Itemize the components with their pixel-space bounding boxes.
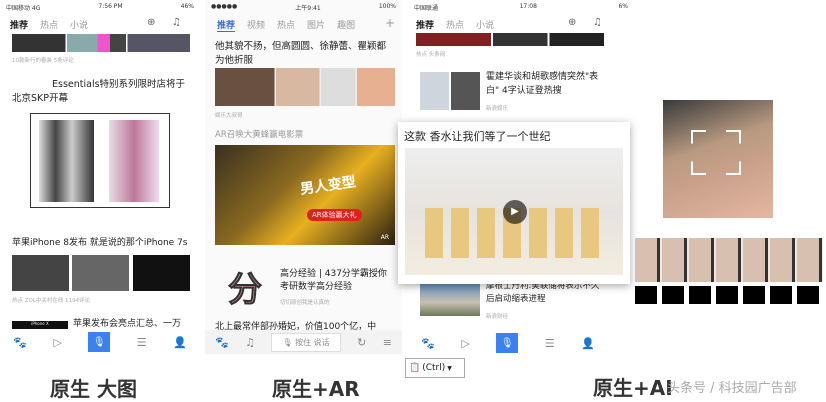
video-ad-popup[interactable]: 这款 香水让我们等了一个世纪 ▶ bbox=[398, 122, 630, 284]
time: 上午9:41 bbox=[295, 5, 321, 12]
headphones-icon[interactable]: ♫ bbox=[593, 17, 602, 28]
meta: 娱乐大叔哥 bbox=[215, 113, 243, 119]
article-image[interactable] bbox=[30, 113, 170, 208]
tab-recommend[interactable]: 推荐 bbox=[217, 18, 236, 32]
tab-bar: 推荐 热点 小说 bbox=[416, 18, 494, 31]
tab-pictures[interactable]: 图片 bbox=[307, 18, 325, 32]
news-thumb[interactable] bbox=[420, 72, 480, 110]
home-paw-icon[interactable]: 🐾 bbox=[13, 336, 27, 349]
iphonex-thumb[interactable]: iPhone X bbox=[12, 321, 68, 329]
battery: 46% bbox=[180, 3, 194, 10]
perfume-row bbox=[635, 286, 823, 304]
home-paw-icon[interactable]: 🐾 bbox=[421, 337, 435, 350]
add-tab-icon[interactable]: + bbox=[385, 16, 395, 30]
tab-bar: 推荐 视频 热点 图片 趣图 bbox=[217, 18, 355, 32]
mic-button[interactable]: 🎙 bbox=[88, 332, 111, 352]
tab-hot[interactable]: 热点 bbox=[446, 18, 464, 31]
menu-icon[interactable]: ≡ bbox=[383, 336, 392, 349]
image-strip[interactable] bbox=[416, 33, 604, 46]
phone-native-bigimage: 中国移动 4G 7:56 PM 46% 推荐 热点 小说 ⊕ ♫ 10款新行的春装 … bbox=[0, 0, 200, 355]
voice-label: 按住 说话 bbox=[295, 337, 330, 347]
perfume-video[interactable]: ▶ bbox=[405, 148, 623, 275]
popup-title: 这款 香水让我们等了一个世纪 bbox=[404, 130, 551, 143]
watermark: 头条号 / 科技园广告部 bbox=[667, 381, 797, 396]
bottom-nav: 🐾 ▷ 🎙 ☰ 👤 bbox=[0, 331, 200, 353]
thumb-3[interactable] bbox=[133, 255, 190, 291]
faces-image[interactable] bbox=[215, 68, 395, 106]
ar-badge: AR bbox=[380, 234, 389, 241]
battery: 6% bbox=[618, 3, 628, 10]
tab-recommend[interactable]: 推荐 bbox=[416, 18, 434, 31]
clipboard-icon: 📋 bbox=[409, 363, 421, 373]
headline[interactable]: AR召唤大黄蜂赢电影票 bbox=[215, 128, 303, 142]
meta: 切切原创我是认真的 bbox=[280, 300, 330, 306]
status-bar: 中国移动 4G 7:56 PM 46% bbox=[6, 3, 194, 12]
carrier: 中国移动 4G bbox=[6, 5, 41, 12]
add-icon[interactable]: ⊕ bbox=[568, 17, 576, 28]
headline[interactable]: 他其貌不扬，但高圆圆、徐静蕾、瞿颖都为他折服 bbox=[215, 40, 395, 68]
ctrl-label: (Ctrl) bbox=[422, 363, 446, 373]
ar-ad-title: 男人变型 bbox=[299, 174, 357, 198]
tab-bar: 推荐 热点 小说 bbox=[10, 18, 88, 31]
headline[interactable]: 高分经验 | 437分学霸授你考研数学高分经验 bbox=[280, 268, 395, 294]
battery: 100% bbox=[378, 3, 396, 10]
profile-icon[interactable]: 👤 bbox=[173, 336, 187, 349]
bookmark-icon[interactable]: ☰ bbox=[545, 337, 555, 350]
ar-ad-subtitle: AR体验赢大礼 bbox=[307, 209, 362, 221]
phone-native-ar: ●●●●● 上午9:41 100% 推荐 视频 热点 图片 趣图 + 他其貌不扬，但… bbox=[205, 0, 402, 355]
time: 7:56 PM bbox=[98, 3, 123, 10]
face-scan-image bbox=[663, 100, 773, 218]
thumb-2[interactable] bbox=[72, 255, 129, 291]
status-bar: 中国联通 17:08 6% bbox=[414, 3, 628, 12]
caption: 原生+AR bbox=[272, 377, 360, 401]
status-bar: ●●●●● 上午9:41 100% bbox=[211, 3, 396, 12]
bottom-bar: 🐾 ♫ 🎙 按住 说话 ↻ ≡ bbox=[205, 330, 402, 354]
dropdown-icon: ▼ bbox=[447, 364, 452, 372]
meta: 10款新行的春装 5条评论 bbox=[12, 58, 74, 64]
paste-options-button[interactable]: 📋 (Ctrl) ▼ bbox=[405, 358, 465, 378]
refresh-icon[interactable]: ↻ bbox=[357, 336, 366, 349]
play-icon[interactable]: ▶ bbox=[503, 200, 527, 224]
news-thumb[interactable] bbox=[420, 282, 480, 316]
image-strip[interactable] bbox=[12, 34, 190, 52]
tab-fun[interactable]: 趣图 bbox=[337, 18, 355, 32]
mic-button[interactable]: 🎙 bbox=[496, 333, 519, 353]
add-icon[interactable]: ⊕ bbox=[147, 17, 155, 28]
celebrity-grid bbox=[635, 238, 823, 282]
tab-novel[interactable]: 小说 bbox=[476, 18, 494, 31]
caption: 原生+AI bbox=[593, 376, 673, 400]
time: 17:08 bbox=[519, 3, 537, 10]
headline[interactable]: Essentials特别系列限时店将于北京SKP开幕 bbox=[12, 78, 192, 106]
home-paw-icon[interactable]: 🐾 bbox=[215, 336, 229, 349]
tab-video[interactable]: 视频 bbox=[247, 18, 265, 32]
video-icon[interactable]: ▷ bbox=[461, 337, 469, 350]
thumb-1[interactable] bbox=[12, 255, 69, 291]
voice-input-button[interactable]: 🎙 按住 说话 bbox=[271, 332, 341, 352]
caption: 原生 大图 bbox=[50, 377, 137, 401]
mic-icon: 🎙 bbox=[282, 337, 293, 347]
meta: 新浪娱乐 bbox=[486, 106, 509, 112]
headline[interactable]: 苹果iPhone 8发布 就是说的那个iPhone 7s bbox=[12, 236, 200, 250]
ar-ad-image[interactable]: 男人变型 AR体验赢大礼 AR bbox=[215, 145, 395, 245]
meta: 热点 头条网 bbox=[416, 52, 446, 58]
headphones-icon[interactable]: ♫ bbox=[245, 336, 255, 349]
profile-icon[interactable]: 👤 bbox=[581, 337, 595, 350]
scan-frame-icon bbox=[691, 130, 741, 175]
headphones-icon[interactable]: ♫ bbox=[172, 17, 181, 28]
tab-novel[interactable]: 小说 bbox=[70, 18, 88, 31]
meta: 热点 ZOL中关村在线 1194评论 bbox=[12, 298, 91, 304]
bookmark-icon[interactable]: ☰ bbox=[137, 336, 147, 349]
headline[interactable]: 苹果发布会亮点汇总、一万 bbox=[73, 317, 181, 331]
tab-recommend[interactable]: 推荐 bbox=[10, 18, 28, 31]
tab-hot[interactable]: 热点 bbox=[40, 18, 58, 31]
fen-image[interactable]: 分 bbox=[219, 262, 271, 311]
headline[interactable]: 霍建华谈和胡歌感情突然"表白" 4字认证登热搜 bbox=[486, 70, 601, 98]
bottom-nav: 🐾 ▷ 🎙 ☰ 👤 bbox=[408, 332, 608, 354]
carrier: 中国联通 bbox=[414, 5, 439, 12]
tab-hot[interactable]: 热点 bbox=[277, 18, 295, 32]
meta: 新浪财经 bbox=[486, 314, 509, 320]
video-icon[interactable]: ▷ bbox=[53, 336, 61, 349]
